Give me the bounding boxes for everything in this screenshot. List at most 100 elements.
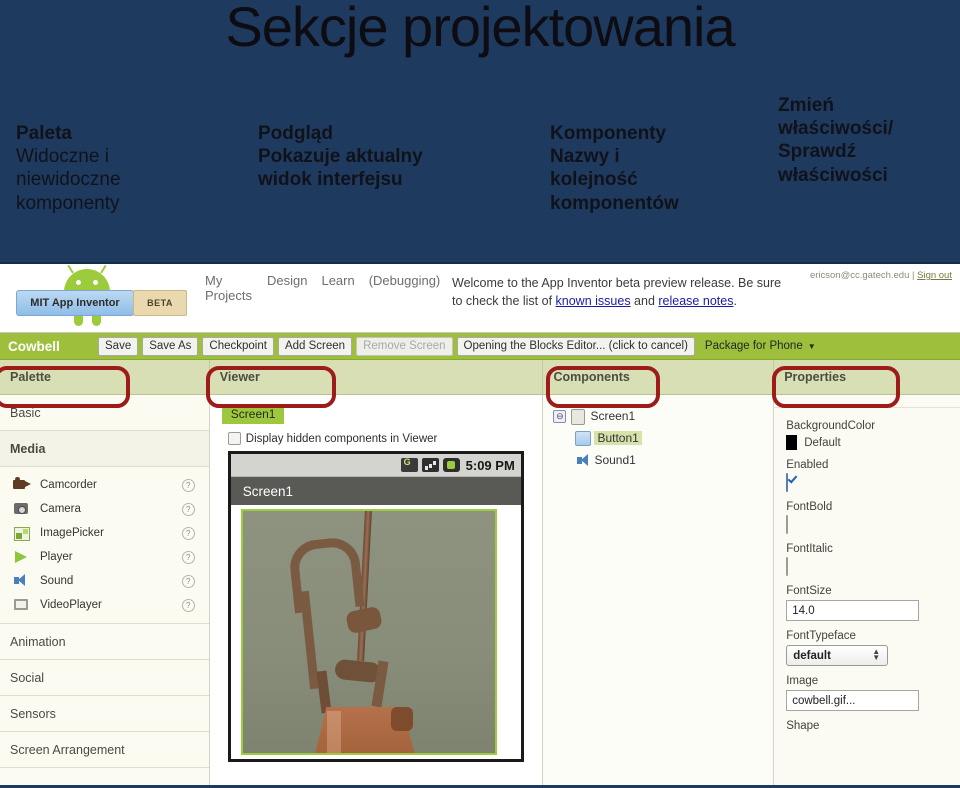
add-screen-button[interactable]: Add Screen bbox=[277, 336, 353, 356]
welcome-text-part3: . bbox=[733, 294, 737, 309]
palette-item-videoplayer[interactable]: VideoPlayer ? bbox=[0, 593, 209, 617]
fontsize-input[interactable]: 14.0 bbox=[786, 600, 920, 621]
palette-item-camcorder[interactable]: Camcorder ? bbox=[0, 473, 209, 497]
help-icon[interactable]: ? bbox=[181, 550, 195, 564]
slide-header: Sekcje projektowania Paleta Widoczne i n… bbox=[0, 0, 960, 262]
component-tree: ⊖ Screen1 Button1 Sound1 bbox=[543, 395, 773, 471]
palette-section-media[interactable]: Media bbox=[0, 431, 209, 467]
property-label-fonttypeface: FontTypeface bbox=[786, 630, 856, 642]
callout-line: niewidoczne bbox=[16, 169, 121, 191]
cowbell-shadow bbox=[390, 707, 413, 731]
property-value-backgroundcolor[interactable]: Default bbox=[786, 435, 960, 450]
button-icon bbox=[575, 430, 592, 446]
signal-bars-icon bbox=[421, 458, 439, 472]
image-input[interactable]: cowbell.gif... bbox=[786, 690, 920, 711]
help-icon[interactable]: ? bbox=[181, 574, 195, 588]
property-label-fontbold: FontBold bbox=[786, 501, 833, 513]
welcome-banner: Welcome to the App Inventor beta preview… bbox=[452, 274, 792, 310]
checkpoint-button[interactable]: Checkpoint bbox=[202, 336, 274, 356]
enabled-checkbox[interactable] bbox=[786, 473, 789, 492]
nav-debugging[interactable]: (Debugging) bbox=[369, 273, 441, 289]
app-logo[interactable]: MIT App Inventor BETA bbox=[8, 264, 187, 328]
palette-section-animation[interactable]: Animation bbox=[0, 624, 209, 660]
property-label-backgroundcolor: BackgroundColor bbox=[786, 420, 876, 432]
sound-icon bbox=[12, 573, 32, 589]
screen-tab[interactable]: Screen1 bbox=[221, 404, 285, 424]
callout-head: Komponenty bbox=[550, 123, 667, 144]
callout-line: właściwości bbox=[778, 164, 888, 186]
palette-section-label: Social bbox=[10, 670, 45, 685]
cowbell-hook bbox=[287, 535, 365, 614]
package-label: Package for Phone bbox=[704, 340, 803, 352]
nav-design[interactable]: Design bbox=[267, 273, 308, 289]
sign-out-link[interactable]: Sign out bbox=[917, 270, 952, 281]
callout-group: Paleta Widoczne i niewidoczne komponenty… bbox=[0, 95, 960, 258]
help-icon[interactable]: ? bbox=[181, 502, 195, 516]
cowbell-highlight bbox=[326, 711, 341, 753]
tree-node-screen1[interactable]: ⊖ Screen1 bbox=[553, 405, 773, 427]
palette-section-social[interactable]: Social bbox=[0, 660, 209, 696]
palette-section-sensors[interactable]: Sensors bbox=[0, 696, 209, 732]
panel-header-label: Components bbox=[553, 370, 630, 384]
android-eye-left bbox=[76, 280, 81, 285]
save-as-button[interactable]: Save As bbox=[142, 336, 199, 356]
camcorder-icon bbox=[12, 477, 32, 493]
callout-line: komponenty bbox=[16, 192, 120, 214]
property-label-fontsize: FontSize bbox=[786, 585, 832, 597]
property-label-image: Image bbox=[786, 675, 819, 687]
palette-item-label: ImagePicker bbox=[40, 527, 104, 539]
callout-line: komponentów bbox=[550, 192, 679, 214]
nav-my-projects[interactable]: My Projects bbox=[205, 273, 253, 304]
button1-preview[interactable] bbox=[240, 509, 497, 755]
components-panel: ⊖ Screen1 Button1 Sound1 bbox=[543, 395, 774, 788]
palette-item-camera[interactable]: Camera ? bbox=[0, 497, 209, 521]
callout-properties: Zmień właściwości/ Sprawdź właściwości bbox=[778, 94, 960, 187]
tree-node-button1[interactable]: Button1 bbox=[553, 427, 773, 449]
property-label-fontitalic: FontItalic bbox=[786, 543, 833, 555]
nav-label: Design bbox=[267, 273, 308, 288]
display-hidden-components-row[interactable]: Display hidden components in Viewer bbox=[227, 432, 543, 445]
phone-title-bar: Screen1 bbox=[230, 477, 521, 505]
fontbold-checkbox[interactable] bbox=[786, 515, 789, 534]
page-title: Sekcje projektowania bbox=[225, 0, 735, 58]
palette-item-label: Sound bbox=[40, 575, 74, 587]
palette-section-screen-arrangement[interactable]: Screen Arrangement bbox=[0, 732, 209, 768]
known-issues-link[interactable]: known issues bbox=[556, 294, 631, 308]
logo-pill[interactable]: MIT App Inventor bbox=[16, 290, 134, 316]
release-notes-link[interactable]: release notes bbox=[658, 294, 733, 308]
display-hidden-checkbox[interactable] bbox=[227, 432, 241, 445]
properties-panel: BackgroundColor Default Enabled FontBold… bbox=[774, 395, 960, 788]
palette-item-player[interactable]: Player ? bbox=[0, 545, 209, 569]
palette-section-basic[interactable]: Basic bbox=[0, 395, 209, 431]
open-blocks-editor-button[interactable]: Opening the Blocks Editor... (click to c… bbox=[456, 336, 695, 356]
palette-section-label: Basic bbox=[10, 405, 41, 420]
fonttypeface-select[interactable]: default ▲ ▼ bbox=[786, 645, 889, 666]
help-icon[interactable]: ? bbox=[181, 478, 195, 492]
fontitalic-checkbox[interactable] bbox=[786, 557, 789, 576]
collapse-icon[interactable]: ⊖ bbox=[553, 409, 567, 423]
stepper-arrows-icon: ▲ ▼ bbox=[872, 647, 881, 662]
tree-node-sound1[interactable]: Sound1 bbox=[553, 449, 773, 471]
color-value-label: Default bbox=[804, 436, 841, 449]
project-name: Cowbell bbox=[8, 338, 60, 354]
nav-learn[interactable]: Learn bbox=[321, 273, 355, 289]
callout-line: Pokazuje aktualny bbox=[258, 146, 423, 168]
android-antenna-left bbox=[67, 264, 74, 274]
color-swatch[interactable] bbox=[786, 435, 798, 450]
android-robot-icon bbox=[64, 264, 110, 292]
callout-line: Widoczne i bbox=[16, 146, 109, 168]
help-icon[interactable]: ? bbox=[181, 526, 195, 540]
palette-item-imagepicker[interactable]: ImagePicker ? bbox=[0, 521, 209, 545]
nav-label: Learn bbox=[321, 273, 355, 288]
palette-item-sound[interactable]: Sound ? bbox=[0, 569, 209, 593]
palette-item-label: VideoPlayer bbox=[40, 599, 102, 611]
beta-label: BETA bbox=[147, 298, 173, 308]
phone-content bbox=[231, 505, 521, 755]
help-icon[interactable]: ? bbox=[181, 598, 195, 612]
palette-section-label: Media bbox=[10, 441, 46, 456]
video-player-icon bbox=[12, 597, 32, 613]
android-leg-right bbox=[92, 316, 101, 326]
package-for-phone-menu[interactable]: Package for Phone ▼ bbox=[699, 338, 822, 355]
palette-section-label: Screen Arrangement bbox=[10, 742, 125, 757]
save-button[interactable]: Save bbox=[98, 336, 139, 356]
